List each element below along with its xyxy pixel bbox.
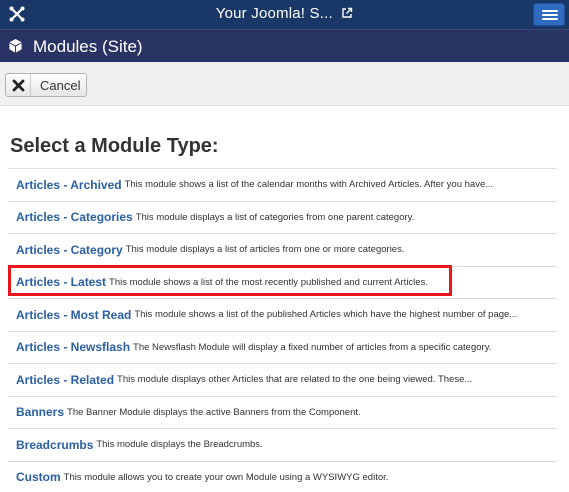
module-link[interactable]: Articles - Latest <box>16 275 106 289</box>
list-item[interactable]: Articles - Newsflash The Newsflash Modul… <box>8 332 557 364</box>
module-description: This module shows a list of the calendar… <box>124 179 494 191</box>
module-description: This module displays a list of categorie… <box>135 211 415 223</box>
list-item[interactable]: Articles - Categories This module displa… <box>8 202 557 234</box>
hamburger-menu-icon <box>542 10 558 12</box>
module-link[interactable]: Articles - Newsflash <box>16 340 130 354</box>
module-link[interactable]: Articles - Categories <box>16 210 133 224</box>
site-title[interactable]: Your Joomla! S... <box>216 5 333 22</box>
module-description: The Newsflash Module will display a fixe… <box>133 341 492 353</box>
page-header: Modules (Site) <box>0 29 569 62</box>
select-module-type-heading: Select a Module Type: <box>10 135 219 157</box>
close-icon <box>12 79 24 91</box>
list-item[interactable]: Banners The Banner Module displays the a… <box>8 397 557 429</box>
list-item[interactable]: Articles - Category This module displays… <box>8 234 557 267</box>
list-item[interactable]: Articles - Related This module displays … <box>8 364 557 397</box>
module-description: This module displays other Articles that… <box>117 374 473 386</box>
hamburger-menu-button[interactable] <box>533 3 565 26</box>
list-item[interactable]: Articles - Latest This module shows a li… <box>8 267 557 299</box>
list-item[interactable]: Articles - Archived This module shows a … <box>8 169 557 202</box>
page-title: Modules (Site) <box>33 37 143 56</box>
module-description: This module displays the Breadcrumbs. <box>96 439 263 451</box>
cancel-button-label: Cancel <box>40 77 81 93</box>
module-link[interactable]: Custom <box>16 470 61 484</box>
list-item[interactable]: Custom This module allows you to create … <box>8 462 557 492</box>
site-title-link[interactable]: Your Joomla! S... <box>0 5 569 22</box>
module-description: This module shows a list of the publishe… <box>134 309 518 321</box>
module-link[interactable]: Articles - Category <box>16 243 123 257</box>
module-description: The Banner Module displays the active Ba… <box>67 406 361 418</box>
cancel-button[interactable]: Cancel <box>5 73 87 97</box>
module-link[interactable]: Articles - Archived <box>16 178 122 192</box>
module-description: This module displays a list of articles … <box>125 244 405 256</box>
module-link[interactable]: Articles - Most Read <box>16 308 131 322</box>
list-item[interactable]: Articles - Most Read This module shows a… <box>8 299 557 332</box>
top-navbar: Your Joomla! S... <box>0 0 569 29</box>
cube-icon <box>9 38 22 53</box>
module-type-list: Articles - Archived This module shows a … <box>8 168 557 492</box>
module-link[interactable]: Banners <box>16 405 64 419</box>
module-description: This module allows you to create your ow… <box>63 471 389 483</box>
external-link-icon <box>342 7 353 18</box>
module-link[interactable]: Breadcrumbs <box>16 438 93 452</box>
module-link[interactable]: Articles - Related <box>16 373 114 387</box>
list-item[interactable]: Breadcrumbs This module displays the Bre… <box>8 429 557 462</box>
toolbar: Cancel <box>0 62 569 106</box>
module-description: This module shows a list of the most rec… <box>109 276 428 288</box>
